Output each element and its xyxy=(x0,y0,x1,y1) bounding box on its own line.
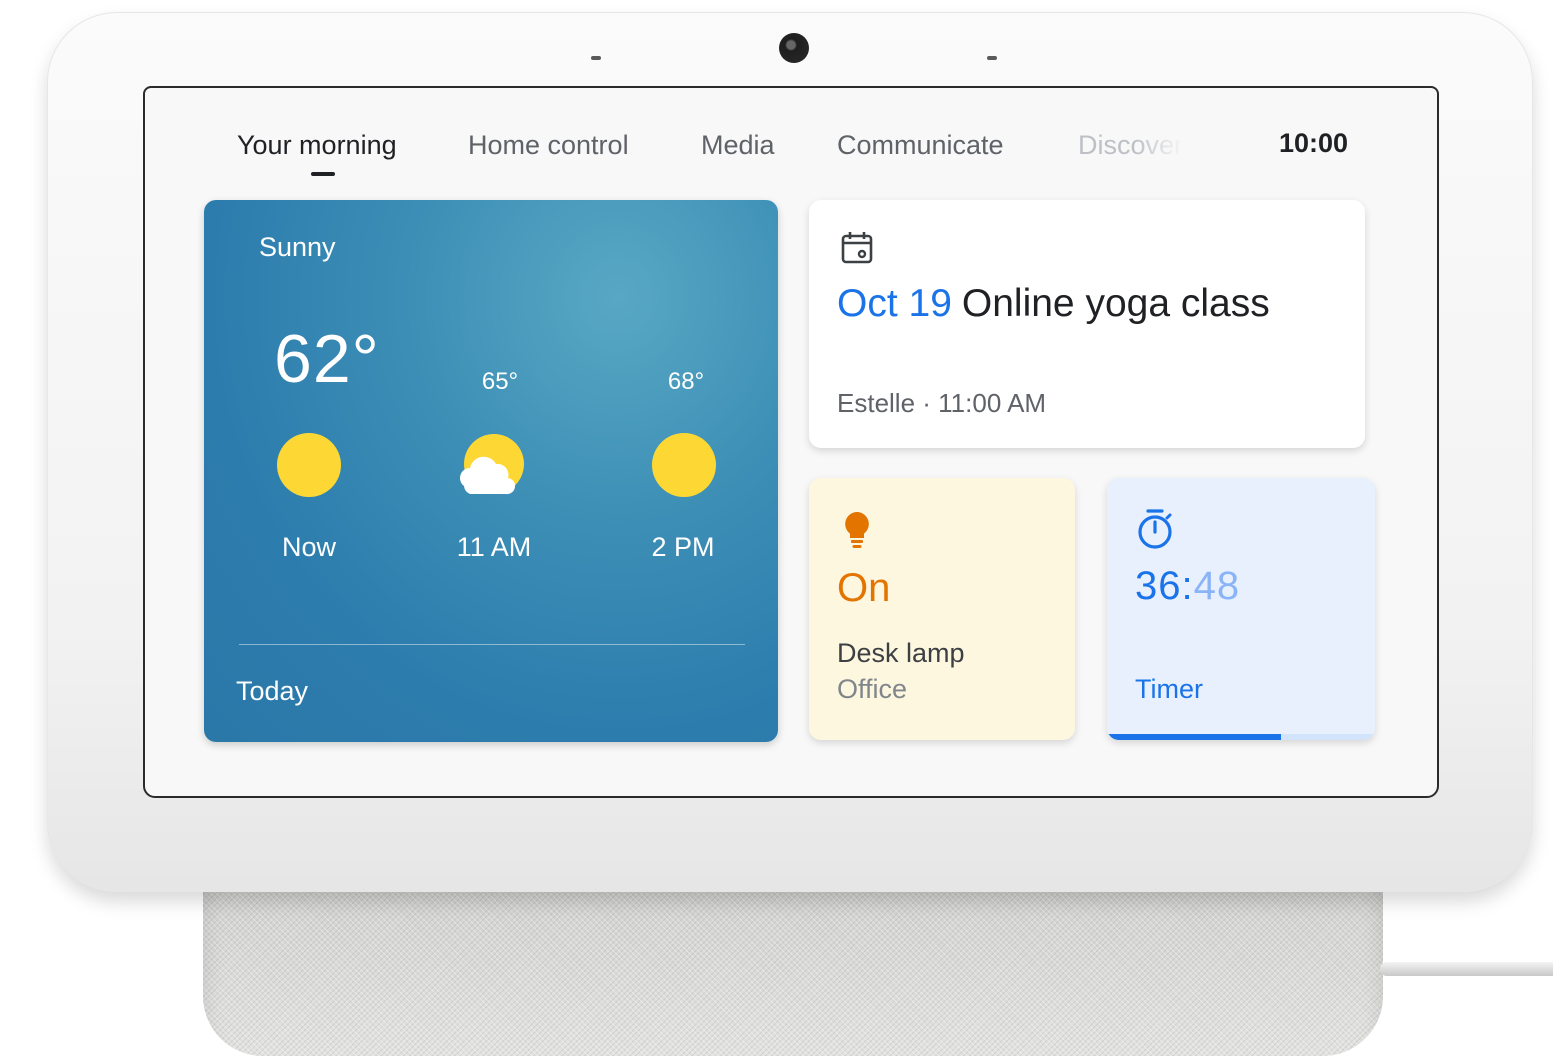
calendar-icon xyxy=(841,232,873,264)
forecast-time-11am: 11 AM xyxy=(456,532,532,562)
timer-label: Timer xyxy=(1135,674,1203,704)
tab-media[interactable]: Media xyxy=(701,130,775,161)
lightbulb-icon xyxy=(845,512,869,548)
timer-card[interactable]: 36:48 Timer xyxy=(1107,478,1375,740)
forecast-time-2pm: 2 PM xyxy=(651,532,715,562)
timer-minutes: 36 xyxy=(1135,564,1182,608)
tab-your-morning[interactable]: Your morning xyxy=(237,130,397,161)
timer-seconds: 48 xyxy=(1193,564,1241,608)
lamp-state: On xyxy=(837,566,891,610)
weather-footer: Today xyxy=(236,676,309,706)
event-subtitle: Estelle · 11:00 AM xyxy=(837,388,1047,418)
forecast-temp-2pm: 68° xyxy=(667,368,705,395)
timer-separator: : xyxy=(1181,564,1194,608)
partly-cloudy-icon xyxy=(460,434,524,495)
display-screen: Your morning Home control Media Communic… xyxy=(143,86,1439,798)
weather-condition: Sunny xyxy=(259,232,336,262)
clock: 10:00 xyxy=(1279,128,1349,158)
stopwatch-icon xyxy=(1138,509,1172,549)
sun-icon xyxy=(652,433,716,497)
weather-card[interactable]: Sunny 62° 65° 68° Now 11 AM 2 PM Today xyxy=(204,200,778,742)
timer-progress-fill xyxy=(1107,734,1282,740)
event-date: Oct 19 xyxy=(837,282,952,325)
tab-discover[interactable]: Discover xyxy=(1078,130,1183,161)
power-cable xyxy=(1380,962,1553,976)
lamp-name: Desk lamp xyxy=(837,638,965,668)
forecast-time-now: Now xyxy=(281,532,336,562)
event-title-line: Oct 19 Online yoga class xyxy=(837,282,1270,326)
timer-progress-bar xyxy=(1107,734,1375,740)
tab-communicate[interactable]: Communicate xyxy=(837,130,1004,161)
event-title: Online yoga class xyxy=(961,282,1270,325)
desk-lamp-card[interactable]: On Desk lamp Office xyxy=(809,478,1075,740)
ambient-sensor xyxy=(987,56,997,60)
weather-divider xyxy=(239,644,745,645)
lamp-room: Office xyxy=(837,674,908,704)
calendar-event-card[interactable]: Oct 19 Online yoga class Estelle · 11:00 … xyxy=(809,200,1365,448)
forecast-temp-11am: 65° xyxy=(481,368,519,395)
device-photo: Your morning Home control Media Communic… xyxy=(0,0,1553,1056)
tab-home-control[interactable]: Home control xyxy=(468,130,629,161)
ambient-sensor xyxy=(591,56,601,60)
sun-icon xyxy=(277,433,341,497)
camera-icon xyxy=(779,33,809,63)
active-tab-indicator xyxy=(311,172,335,176)
current-temperature: 62° xyxy=(274,321,380,397)
timer-value: 36:48 xyxy=(1135,564,1240,609)
